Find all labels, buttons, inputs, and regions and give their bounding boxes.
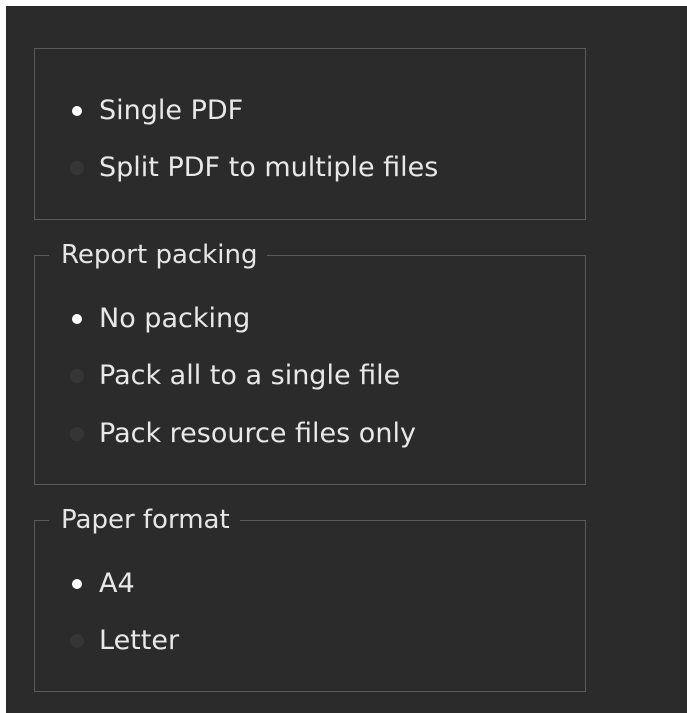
radio-label: No packing <box>99 303 251 334</box>
radio-label: Pack resource files only <box>99 418 416 449</box>
report-export-options-panel: Single PDF Split PDF to multiple files R… <box>6 6 687 713</box>
radio-label: Split PDF to multiple files <box>99 152 439 183</box>
report-packing-group: Report packing No packing Pack all to a … <box>34 239 586 485</box>
radio-label: Letter <box>99 625 180 656</box>
group-title: Paper format <box>49 504 240 536</box>
paper-format-group: Paper format A4 Letter <box>34 504 586 692</box>
radio-selected-icon <box>72 579 82 589</box>
radio-unselected-icon <box>70 161 84 175</box>
group-title: Report packing <box>49 239 268 271</box>
radio-selected-icon <box>72 106 82 116</box>
pdf-output-group: Single PDF Split PDF to multiple files <box>34 48 586 220</box>
radio-unselected-icon <box>70 634 84 648</box>
radio-selected-icon <box>72 314 82 324</box>
radio-label: Single PDF <box>99 95 244 126</box>
radio-label: A4 <box>99 568 135 599</box>
radio-unselected-icon <box>70 369 84 383</box>
radio-label: Pack all to a single file <box>99 360 401 391</box>
radio-unselected-icon <box>70 427 84 441</box>
